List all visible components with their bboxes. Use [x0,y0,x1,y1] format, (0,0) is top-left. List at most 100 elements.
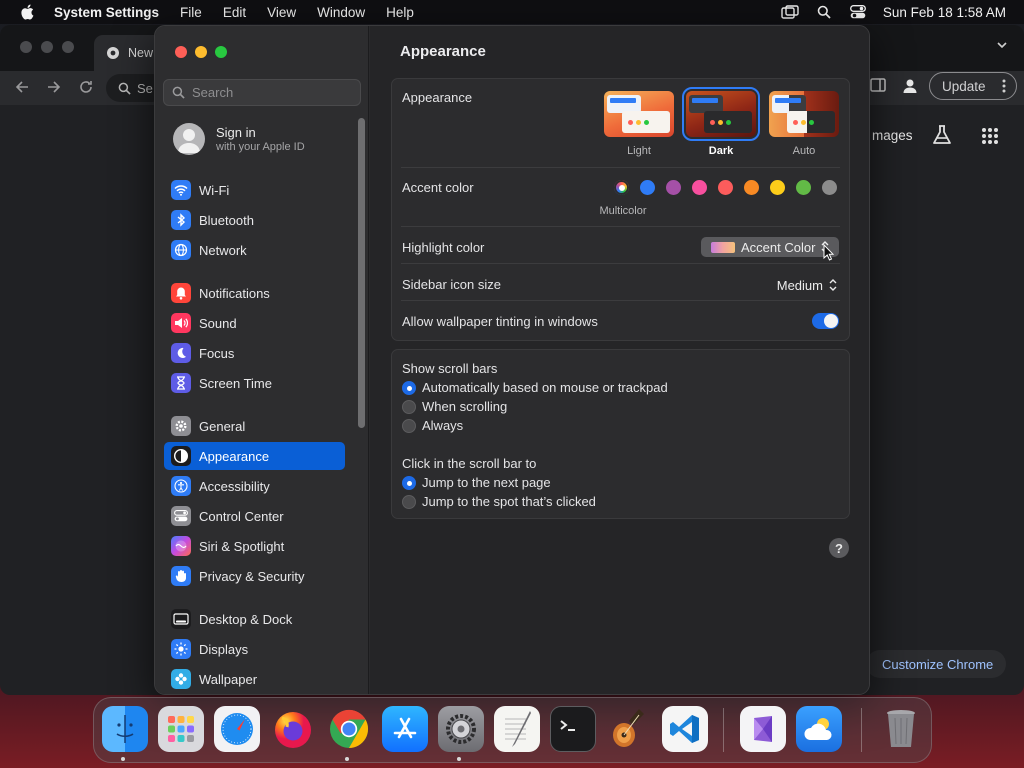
sidebar-scrollbar[interactable] [358,118,365,428]
menu-app-name[interactable]: System Settings [54,5,159,20]
sidebar-item-appearance[interactable]: Appearance [164,442,345,470]
radio-scroll-when-scrolling[interactable] [402,400,416,414]
accent-color-purple[interactable] [666,180,681,195]
bell-icon [171,283,191,303]
sidebar-item-label: Focus [199,345,235,361]
menu-window[interactable]: Window [317,5,365,20]
dock-textedit[interactable] [494,706,540,752]
accent-color-green[interactable] [796,180,811,195]
screen-mirroring-icon[interactable] [781,5,799,19]
radio-jump-next-page[interactable] [402,476,416,490]
menu-help[interactable]: Help [386,5,414,20]
settings-sidebar: Sign in with your Apple ID Wi-Fi Bluetoo… [155,26,369,694]
sidebar-icon-size-popup[interactable]: Medium [770,275,840,295]
accent-color-red[interactable] [718,180,733,195]
sidebar-item-displays[interactable]: Displays [164,635,345,663]
firefox-icon [275,712,311,748]
sidebar-item-desktop-dock[interactable]: Desktop & Dock [164,605,345,633]
appearance-light-option[interactable] [604,91,674,137]
accent-color-blue[interactable] [640,180,655,195]
vscode-icon [670,715,699,743]
sidebar-item-notifications[interactable]: Notifications [164,279,345,307]
sidebar-item-label: Screen Time [199,375,272,391]
labs-flask-icon[interactable] [931,124,953,146]
radio-scroll-automatic[interactable] [402,381,416,395]
sidebar-item-siri-spotlight[interactable]: Siri & Spotlight [164,532,345,560]
accent-color-orange[interactable] [744,180,759,195]
chrome-side-panel-icon[interactable] [870,77,886,93]
dock-garageband[interactable] [606,706,652,752]
sidebar-item-general[interactable]: General [164,412,345,440]
accent-color-graphite[interactable] [822,180,837,195]
chrome-close-button[interactable] [20,41,32,53]
wallpaper-tinting-label: Allow wallpaper tinting in windows [402,314,598,329]
visual-studio-icon [754,716,772,742]
accent-color-yellow[interactable] [770,180,785,195]
menu-view[interactable]: View [267,5,296,20]
sidebar-item-bluetooth[interactable]: Bluetooth [164,206,345,234]
sidebar-item-sound[interactable]: Sound [164,309,345,337]
menu-bar: System Settings File Edit View Window He… [0,0,1024,24]
spotlight-search-icon[interactable] [815,5,833,19]
google-apps-grid-icon[interactable] [981,127,999,145]
menu-file[interactable]: File [180,5,202,20]
appearance-auto-option[interactable] [769,91,839,137]
sidebar-item-accessibility[interactable]: Accessibility [164,472,345,500]
sidebar-item-privacy-security[interactable]: Privacy & Security [164,562,345,590]
textedit-pen-icon [505,711,531,747]
chrome-profile-icon[interactable] [900,76,920,96]
wallpaper-tinting-toggle[interactable] [812,313,839,329]
highlight-color-popup[interactable]: Accent Color [701,237,839,257]
customize-chrome-label: Customize Chrome [882,656,994,672]
dock-safari[interactable] [214,706,260,752]
dock-launchpad[interactable] [158,706,204,752]
sidebar-item-screen-time[interactable]: Screen Time [164,369,345,397]
dock-finder[interactable] [102,706,148,752]
help-button[interactable]: ? [829,538,849,558]
close-button[interactable] [175,46,187,58]
dock-terminal[interactable] [550,706,596,752]
sidebar-item-label: Siri & Spotlight [199,538,285,554]
dock-app-store[interactable] [382,706,428,752]
menu-clock[interactable]: Sun Feb 18 1:58 AM [883,5,1006,20]
window-controls [175,46,227,58]
chrome-tab-search-chevron-icon[interactable] [996,39,1008,51]
dock-firefox[interactable] [270,706,316,752]
accent-color-multicolor[interactable] [614,180,629,195]
dock-vscode[interactable] [662,706,708,752]
sidebar-item-focus[interactable]: Focus [164,339,345,367]
menu-edit[interactable]: Edit [223,5,246,20]
dock-trash[interactable] [878,706,924,752]
radio-scroll-always[interactable] [402,419,416,433]
chrome-forward-icon[interactable] [44,77,64,97]
customize-chrome-button[interactable]: Customize Chrome [866,650,1006,678]
sidebar-item-control-center[interactable]: Control Center [164,502,345,530]
search-input[interactable] [192,85,352,100]
chrome-zoom-button[interactable] [62,41,74,53]
sidebar-item-label: Control Center [199,508,284,524]
apple-logo-icon[interactable] [18,4,36,20]
sidebar-item-network[interactable]: Network [164,236,345,264]
chrome-images-link[interactable]: mages [872,128,913,143]
dock-visual-studio[interactable] [740,706,786,752]
sidebar-search[interactable] [163,79,361,106]
accent-color-pink[interactable] [692,180,707,195]
radio-jump-spot-clicked[interactable] [402,495,416,509]
apple-id-signin[interactable]: Sign in with your Apple ID [173,123,305,155]
dock-system-settings[interactable] [438,706,484,752]
chrome-back-icon[interactable] [12,77,32,97]
chrome-more-icon[interactable] [1002,79,1006,93]
chrome-reload-icon[interactable] [76,77,96,97]
zoom-button[interactable] [215,46,227,58]
sidebar-item-wallpaper[interactable]: Wallpaper [164,665,345,693]
dock-chrome[interactable] [326,706,372,752]
sidebar-item-wifi[interactable]: Wi-Fi [164,176,345,204]
page-title: Appearance [400,43,486,60]
control-center-icon[interactable] [849,5,867,19]
appearance-dark-option[interactable] [682,87,760,141]
chrome-update-button[interactable]: Update [929,72,1017,100]
minimize-button[interactable] [195,46,207,58]
sun-icon [171,639,191,659]
dock-weather[interactable] [796,706,842,752]
chrome-minimize-button[interactable] [41,41,53,53]
